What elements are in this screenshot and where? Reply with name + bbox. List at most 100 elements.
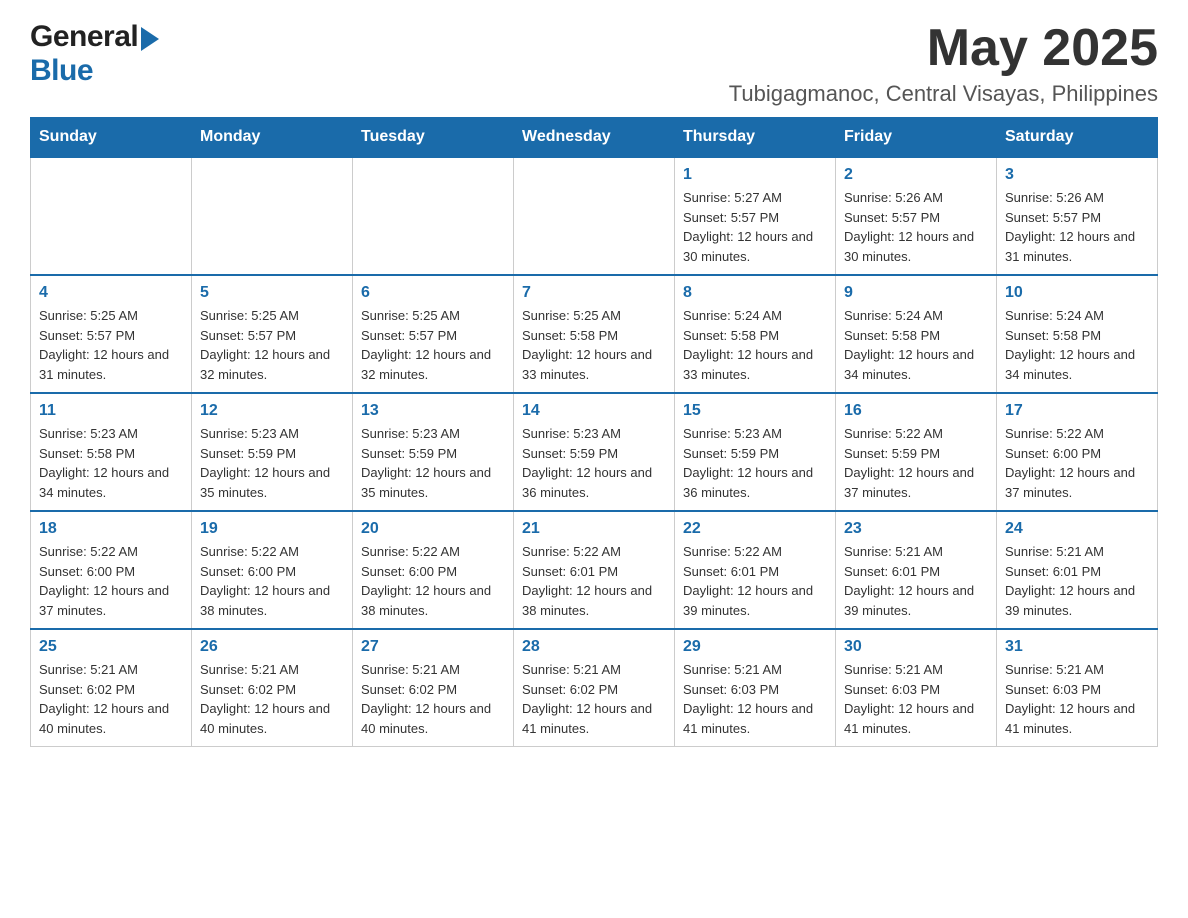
day-number: 7 — [522, 284, 666, 302]
calendar-cell: 20 Sunrise: 5:22 AM Sunset: 6:00 PM Dayli… — [353, 511, 514, 629]
day-header-friday: Friday — [836, 118, 997, 158]
day-header-tuesday: Tuesday — [353, 118, 514, 158]
day-number: 25 — [39, 638, 183, 656]
day-info: Sunrise: 5:21 AM Sunset: 6:02 PM Dayligh… — [361, 660, 505, 738]
day-info: Sunrise: 5:22 AM Sunset: 5:59 PM Dayligh… — [844, 424, 988, 502]
calendar-cell: 27 Sunrise: 5:21 AM Sunset: 6:02 PM Dayli… — [353, 629, 514, 747]
day-info: Sunrise: 5:26 AM Sunset: 5:57 PM Dayligh… — [1005, 188, 1149, 266]
calendar-cell: 10 Sunrise: 5:24 AM Sunset: 5:58 PM Dayli… — [997, 275, 1158, 393]
calendar-cell: 3 Sunrise: 5:26 AM Sunset: 5:57 PM Daylig… — [997, 157, 1158, 275]
day-number: 24 — [1005, 520, 1149, 538]
calendar-cell: 17 Sunrise: 5:22 AM Sunset: 6:00 PM Dayli… — [997, 393, 1158, 511]
calendar-cell: 24Sunrise: 5:21 AM Sunset: 6:01 PM Dayli… — [997, 511, 1158, 629]
day-header-row: SundayMondayTuesdayWednesdayThursdayFrid… — [31, 118, 1158, 158]
day-number: 9 — [844, 284, 988, 302]
day-number: 17 — [1005, 402, 1149, 420]
day-info: Sunrise: 5:21 AM Sunset: 6:03 PM Dayligh… — [844, 660, 988, 738]
day-info: Sunrise: 5:24 AM Sunset: 5:58 PM Dayligh… — [1005, 306, 1149, 384]
week-row-3: 11Sunrise: 5:23 AM Sunset: 5:58 PM Dayli… — [31, 393, 1158, 511]
week-row-5: 25 Sunrise: 5:21 AM Sunset: 6:02 PM Dayli… — [31, 629, 1158, 747]
day-header-sunday: Sunday — [31, 118, 192, 158]
logo-arrow-icon — [141, 27, 159, 51]
calendar-cell: 18 Sunrise: 5:22 AM Sunset: 6:00 PM Dayli… — [31, 511, 192, 629]
calendar-cell: 22 Sunrise: 5:22 AM Sunset: 6:01 PM Dayli… — [675, 511, 836, 629]
day-number: 31 — [1005, 638, 1149, 656]
day-number: 23 — [844, 520, 988, 538]
day-number: 16 — [844, 402, 988, 420]
logo: General Blue — [30, 20, 159, 88]
calendar-cell: 21Sunrise: 5:22 AM Sunset: 6:01 PM Dayli… — [514, 511, 675, 629]
day-info: Sunrise: 5:23 AM Sunset: 5:59 PM Dayligh… — [683, 424, 827, 502]
day-number: 22 — [683, 520, 827, 538]
calendar-cell — [353, 157, 514, 275]
day-info: Sunrise: 5:22 AM Sunset: 6:00 PM Dayligh… — [361, 542, 505, 620]
day-info: Sunrise: 5:24 AM Sunset: 5:58 PM Dayligh… — [683, 306, 827, 384]
location: Tubigagmanoc, Central Visayas, Philippin… — [729, 81, 1158, 107]
week-row-2: 4 Sunrise: 5:25 AM Sunset: 5:57 PM Daylig… — [31, 275, 1158, 393]
day-number: 18 — [39, 520, 183, 538]
day-info: Sunrise: 5:25 AM Sunset: 5:57 PM Dayligh… — [361, 306, 505, 384]
day-info: Sunrise: 5:25 AM Sunset: 5:57 PM Dayligh… — [39, 306, 183, 384]
calendar-cell — [31, 157, 192, 275]
day-number: 5 — [200, 284, 344, 302]
day-info: Sunrise: 5:21 AM Sunset: 6:02 PM Dayligh… — [200, 660, 344, 738]
week-row-4: 18 Sunrise: 5:22 AM Sunset: 6:00 PM Dayli… — [31, 511, 1158, 629]
calendar-table: SundayMondayTuesdayWednesdayThursdayFrid… — [30, 117, 1158, 747]
calendar-cell: 5 Sunrise: 5:25 AM Sunset: 5:57 PM Daylig… — [192, 275, 353, 393]
calendar-cell: 1 Sunrise: 5:27 AM Sunset: 5:57 PM Daylig… — [675, 157, 836, 275]
day-number: 15 — [683, 402, 827, 420]
calendar-cell: 26 Sunrise: 5:21 AM Sunset: 6:02 PM Dayli… — [192, 629, 353, 747]
calendar-body: 1 Sunrise: 5:27 AM Sunset: 5:57 PM Daylig… — [31, 157, 1158, 747]
day-number: 1 — [683, 166, 827, 184]
day-number: 2 — [844, 166, 988, 184]
day-number: 12 — [200, 402, 344, 420]
day-info: Sunrise: 5:21 AM Sunset: 6:03 PM Dayligh… — [1005, 660, 1149, 738]
logo-general: General — [30, 20, 138, 54]
day-info: Sunrise: 5:25 AM Sunset: 5:57 PM Dayligh… — [200, 306, 344, 384]
day-info: Sunrise: 5:27 AM Sunset: 5:57 PM Dayligh… — [683, 188, 827, 266]
day-number: 19 — [200, 520, 344, 538]
day-number: 8 — [683, 284, 827, 302]
day-header-monday: Monday — [192, 118, 353, 158]
day-number: 14 — [522, 402, 666, 420]
day-number: 13 — [361, 402, 505, 420]
calendar-cell: 7 Sunrise: 5:25 AM Sunset: 5:58 PM Daylig… — [514, 275, 675, 393]
calendar-cell: 12Sunrise: 5:23 AM Sunset: 5:59 PM Dayli… — [192, 393, 353, 511]
day-info: Sunrise: 5:23 AM Sunset: 5:58 PM Dayligh… — [39, 424, 183, 502]
calendar-cell: 15 Sunrise: 5:23 AM Sunset: 5:59 PM Dayli… — [675, 393, 836, 511]
calendar-cell: 30Sunrise: 5:21 AM Sunset: 6:03 PM Dayli… — [836, 629, 997, 747]
day-info: Sunrise: 5:22 AM Sunset: 6:00 PM Dayligh… — [200, 542, 344, 620]
day-info: Sunrise: 5:22 AM Sunset: 6:01 PM Dayligh… — [683, 542, 827, 620]
day-number: 20 — [361, 520, 505, 538]
calendar-cell: 29Sunrise: 5:21 AM Sunset: 6:03 PM Dayli… — [675, 629, 836, 747]
day-number: 28 — [522, 638, 666, 656]
logo-blue: Blue — [30, 54, 93, 88]
day-number: 27 — [361, 638, 505, 656]
day-info: Sunrise: 5:21 AM Sunset: 6:02 PM Dayligh… — [522, 660, 666, 738]
calendar-cell: 16 Sunrise: 5:22 AM Sunset: 5:59 PM Dayli… — [836, 393, 997, 511]
day-number: 4 — [39, 284, 183, 302]
day-info: Sunrise: 5:22 AM Sunset: 6:01 PM Dayligh… — [522, 542, 666, 620]
day-info: Sunrise: 5:23 AM Sunset: 5:59 PM Dayligh… — [522, 424, 666, 502]
day-number: 10 — [1005, 284, 1149, 302]
day-info: Sunrise: 5:22 AM Sunset: 6:00 PM Dayligh… — [39, 542, 183, 620]
day-info: Sunrise: 5:22 AM Sunset: 6:00 PM Dayligh… — [1005, 424, 1149, 502]
page-header: General Blue May 2025 Tubigagmanoc, Cent… — [30, 20, 1158, 107]
day-info: Sunrise: 5:24 AM Sunset: 5:58 PM Dayligh… — [844, 306, 988, 384]
calendar-cell: 28 Sunrise: 5:21 AM Sunset: 6:02 PM Dayli… — [514, 629, 675, 747]
calendar-cell: 13Sunrise: 5:23 AM Sunset: 5:59 PM Dayli… — [353, 393, 514, 511]
day-info: Sunrise: 5:21 AM Sunset: 6:02 PM Dayligh… — [39, 660, 183, 738]
day-number: 3 — [1005, 166, 1149, 184]
calendar-cell: 23Sunrise: 5:21 AM Sunset: 6:01 PM Dayli… — [836, 511, 997, 629]
calendar-cell: 19 Sunrise: 5:22 AM Sunset: 6:00 PM Dayli… — [192, 511, 353, 629]
title-section: May 2025 Tubigagmanoc, Central Visayas, … — [729, 20, 1158, 107]
calendar-cell — [192, 157, 353, 275]
day-info: Sunrise: 5:26 AM Sunset: 5:57 PM Dayligh… — [844, 188, 988, 266]
day-number: 26 — [200, 638, 344, 656]
calendar-cell: 2 Sunrise: 5:26 AM Sunset: 5:57 PM Daylig… — [836, 157, 997, 275]
day-number: 29 — [683, 638, 827, 656]
day-info: Sunrise: 5:25 AM Sunset: 5:58 PM Dayligh… — [522, 306, 666, 384]
calendar-header: SundayMondayTuesdayWednesdayThursdayFrid… — [31, 118, 1158, 158]
month-year: May 2025 — [729, 20, 1158, 77]
calendar-cell: 8 Sunrise: 5:24 AM Sunset: 5:58 PM Daylig… — [675, 275, 836, 393]
